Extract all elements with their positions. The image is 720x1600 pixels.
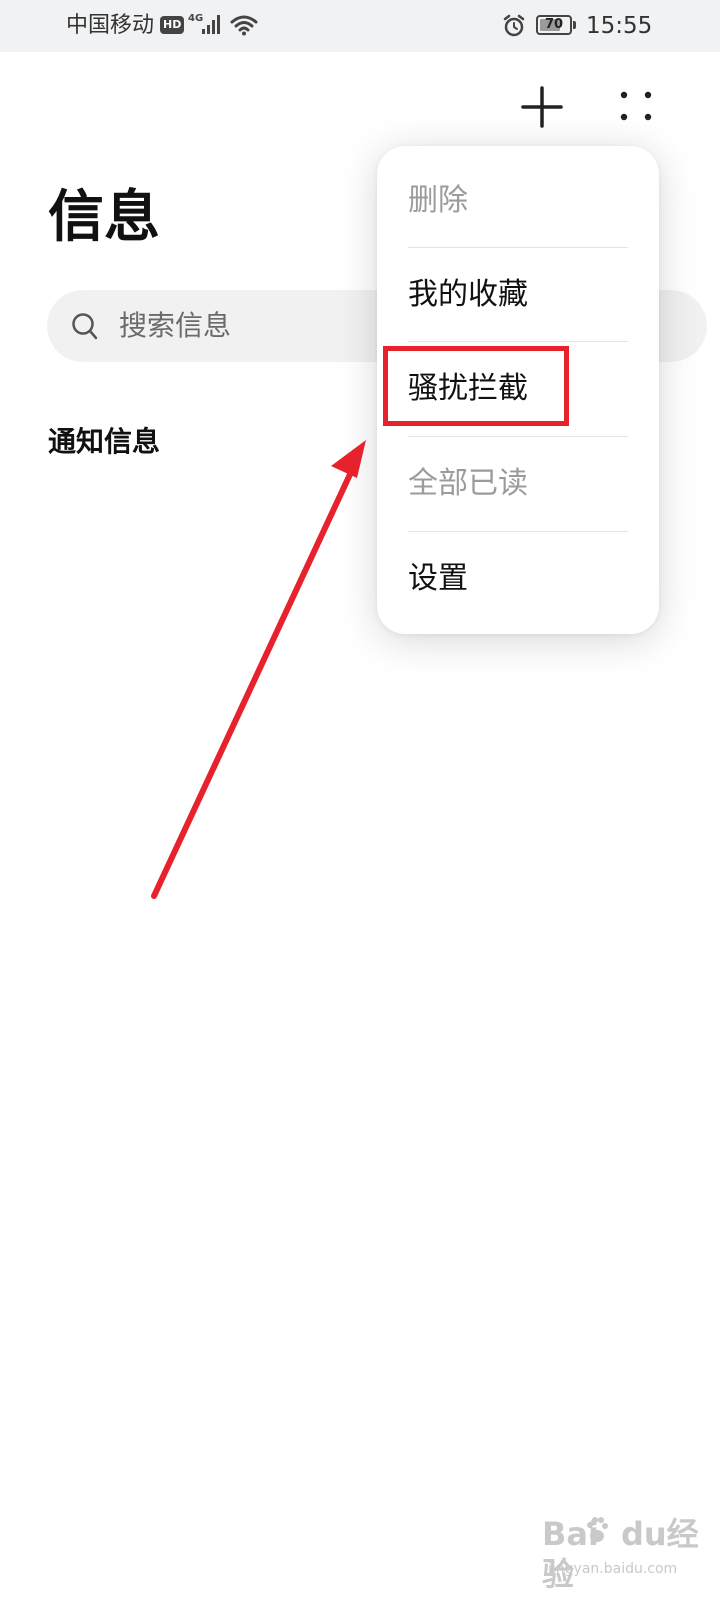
- annotation-arrow: [151, 440, 366, 899]
- paw-icon: [587, 1517, 608, 1542]
- watermark-site: jingyan.baidu.com: [548, 1561, 678, 1577]
- watermark-brand: Bai du经验: [542, 1515, 699, 1593]
- baidu-jingyan-watermark: Bai du经验 jingyan.baidu.com: [542, 1514, 702, 1594]
